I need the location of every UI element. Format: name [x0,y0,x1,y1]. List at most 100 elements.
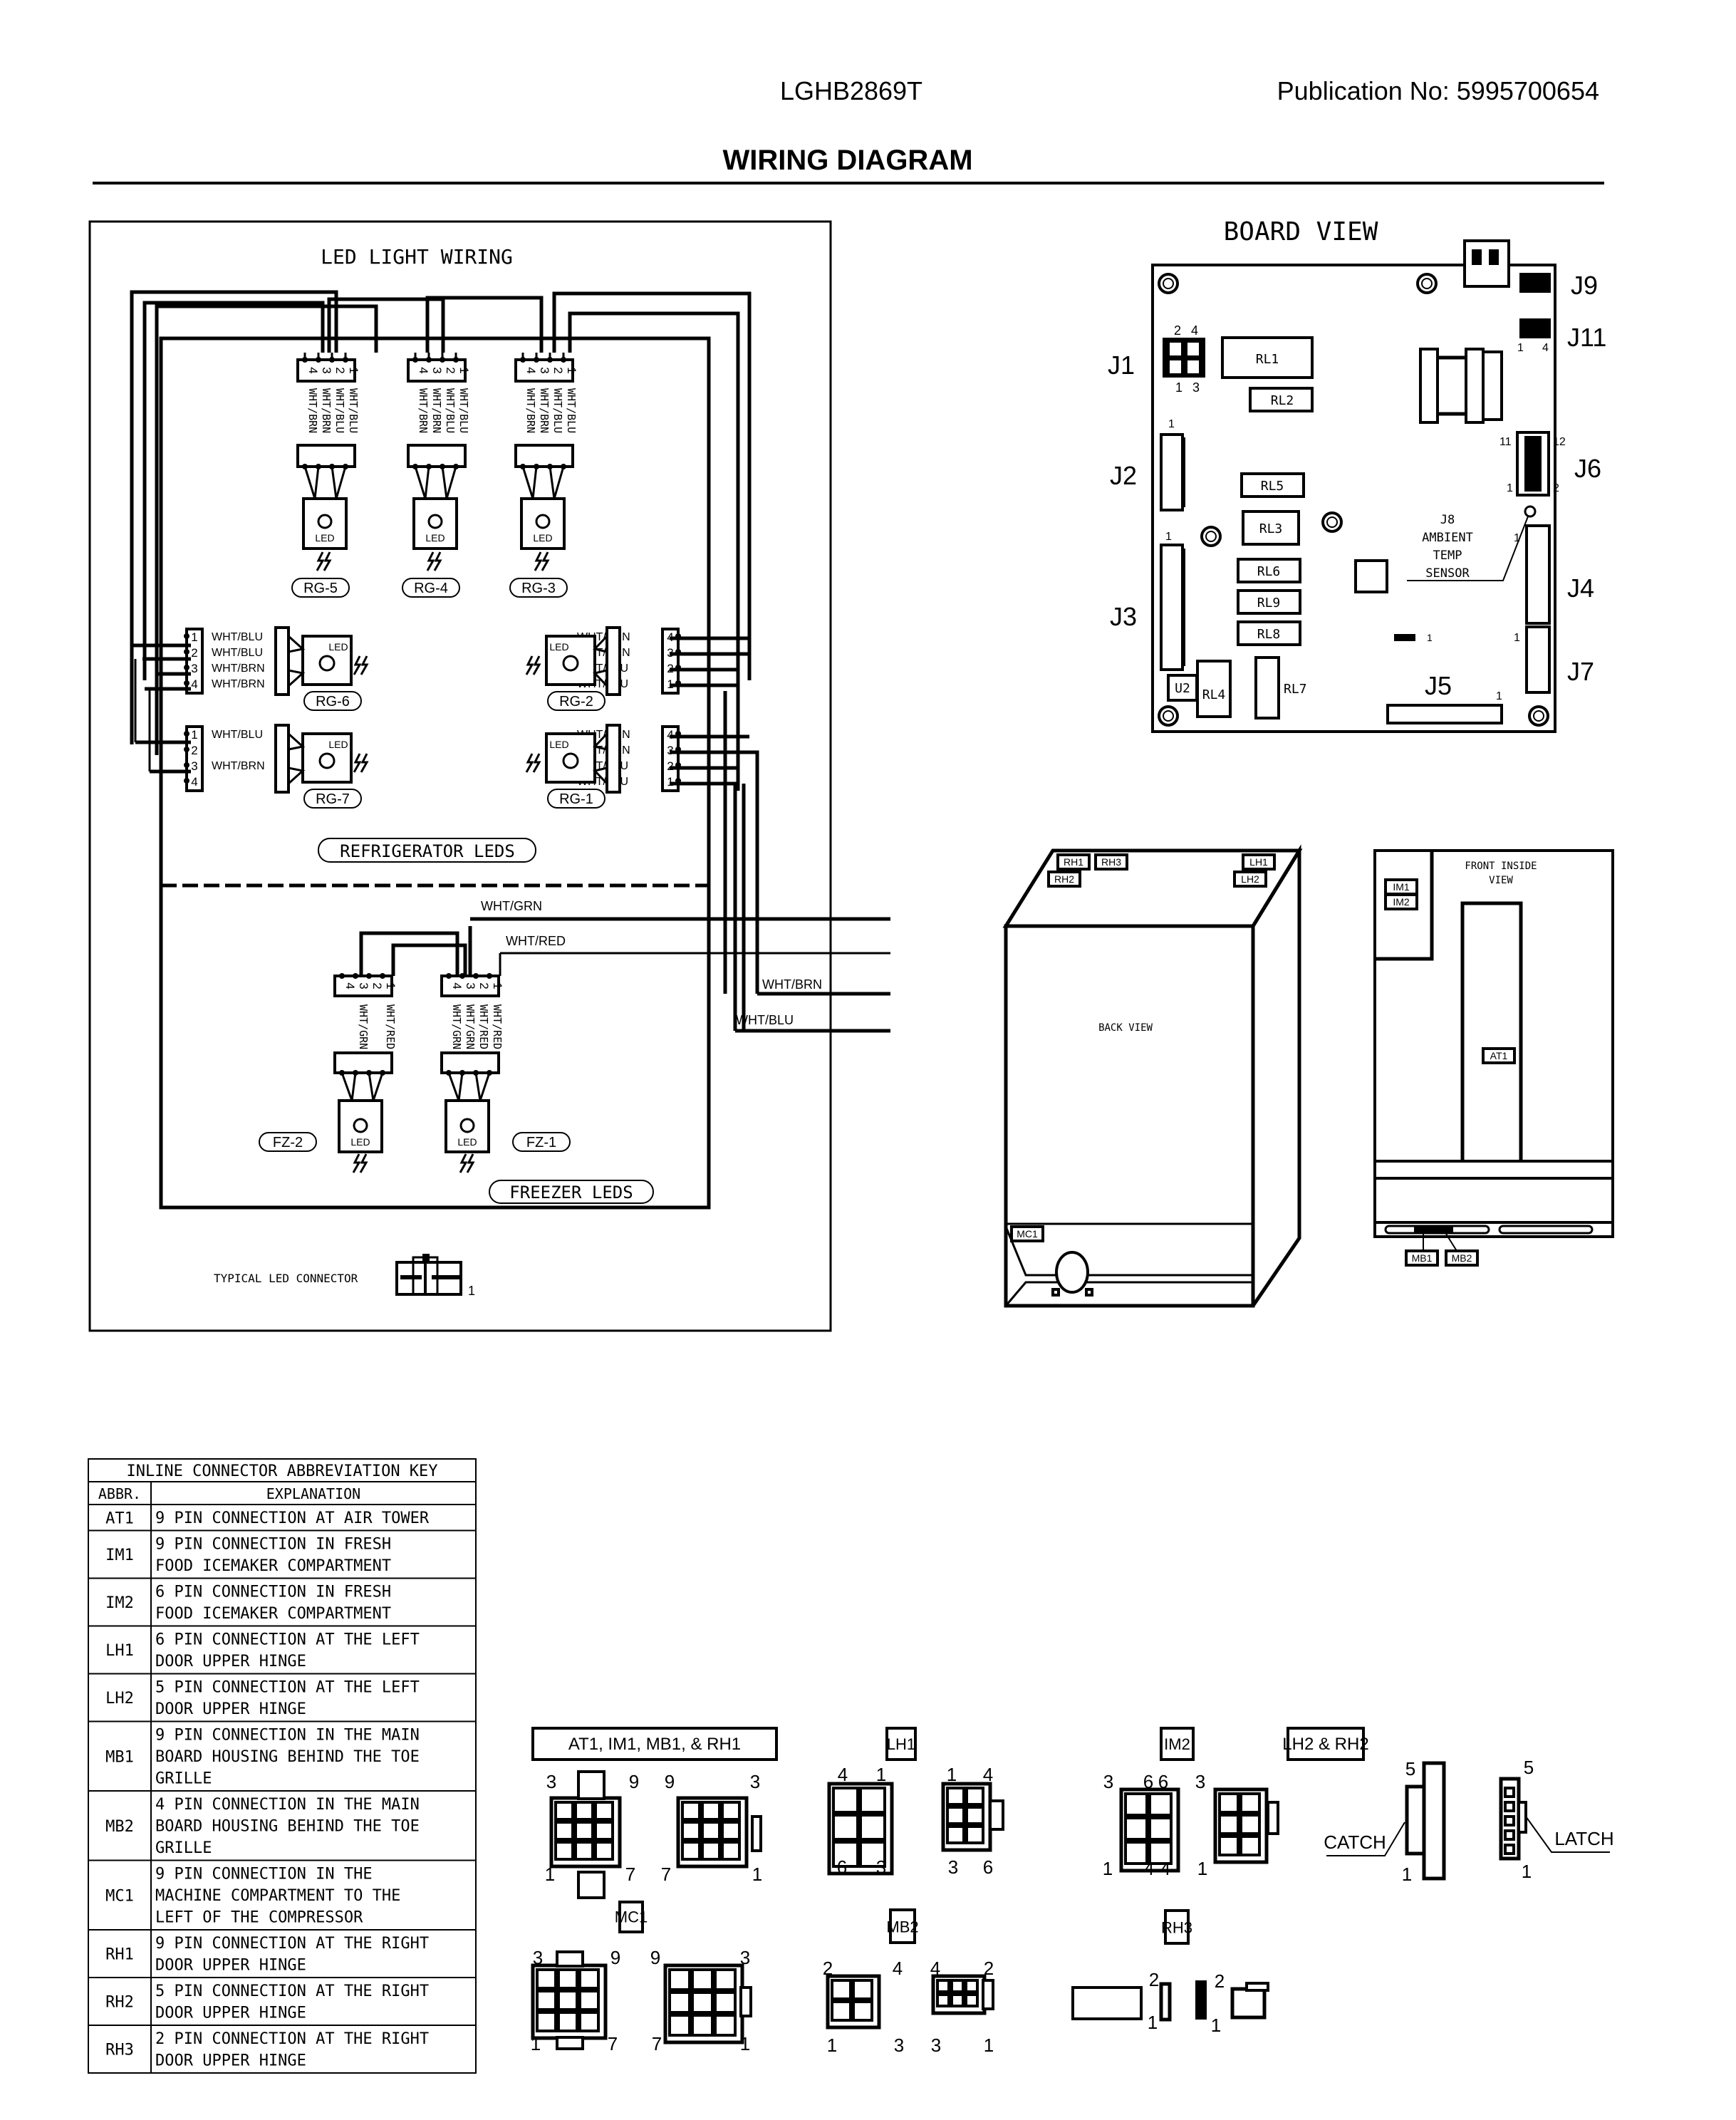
latch-tab [1267,1801,1279,1835]
compartment-frame [159,336,711,1210]
pin-cavity [536,1968,557,1990]
pin-cavity [852,1979,873,2000]
pin-dot [380,973,385,979]
led-connector-rg-5: 4 WHT/BRN 3 WHT/BRN 2 WHT/BLU 1 WHT/BLU LED RG-5 [291,353,360,598]
j5-connector [1386,704,1503,724]
led-label: LED [425,532,445,544]
pin-number: 3 [1195,1771,1205,1792]
connector-detail-label: MC1 [615,1908,648,1926]
pin-number: 3 [931,2035,941,2056]
wire-color-label: WHT/BLU [212,647,263,659]
led-lead-wires [414,466,457,499]
pin-cavity [1239,1792,1261,1814]
led-light-icon [353,655,369,675]
explanation-line: GRILLE [155,1839,212,1857]
pin-dot [184,747,189,752]
typical-led-connector-icon [395,1254,462,1296]
sensor-label-j8: J8 [1440,513,1455,527]
explanation-line: 9 PIN CONNECTION IN THE MAIN [155,1727,420,1745]
rh3-latch [1245,1982,1269,1992]
wire-color-label: WHT/BLU [551,388,564,433]
pin-dot [184,680,189,686]
connector-id: RG-1 [559,791,593,807]
pin-number: 4 [893,1958,903,1979]
led-label: LED [328,739,348,750]
j9-connector [1519,273,1551,293]
pin-cavity [832,1814,859,1841]
tag-label: IM1 [1393,881,1410,893]
connector-id: FZ-2 [273,1135,303,1150]
rl3-label: RL3 [1259,521,1283,536]
connector-detail-label: IM2 [1164,1735,1190,1753]
pin-number: 2 [1149,1969,1159,1990]
compressor-icon [1055,1251,1089,1294]
lh1-connector-male [941,1782,992,1852]
led-lead-wires [341,1072,384,1101]
pin-cavity [701,1821,721,1841]
pin-number: 1 [1522,1861,1532,1882]
led-plug-housing [333,1051,393,1074]
j4-label: J4 [1567,573,1594,603]
pin-cavity [668,1968,691,1991]
led-plug-housing [407,444,467,468]
pin-number: 3 [740,1947,750,1968]
pin-number: 4 [983,1764,993,1785]
location-tag-at1: AT1 [1482,1047,1516,1064]
j5-label: J5 [1425,671,1452,700]
led-lens-icon [353,1118,368,1133]
pin-cavity [574,1841,594,1861]
pin-dot [487,973,492,979]
bus-wire-2 [142,301,325,680]
mb2-connector-female [826,1974,881,2030]
exit-wire-label-blu: WHT/BLU [736,1013,794,1027]
pin-number: 3 [320,367,333,373]
connector-id: RG-2 [559,694,593,710]
catch-label: CATCH [1324,1831,1386,1853]
bus-wire-6 [568,311,740,791]
pin-number: 3 [430,367,444,373]
explanation-line: FOOD ICEMAKER COMPARTMENT [155,1557,391,1575]
connector-id: RG-4 [414,581,448,596]
rh3-mating-plug [1230,1987,1267,2020]
pin-number: 3 [533,1947,543,1968]
exit-wire-label-grn: WHT/GRN [481,899,542,913]
abbr-code: RH3 [105,2042,134,2059]
microcontroller-chip [1354,559,1388,593]
tag-label: MC1 [1017,1228,1038,1240]
explanation-line: 5 PIN CONNECTION AT THE RIGHT [155,1983,429,2000]
pin-cavity [1239,1814,1261,1835]
wire-color-label: WHT/BLU [212,631,263,643]
abbr-code: RH1 [105,1946,134,1964]
wire-color-label: WHT/BRN [212,760,265,772]
model-number: LGHB2869T [780,76,922,105]
pin-cavity [714,1991,737,2014]
wire-color-label: WHT/RED [477,1004,490,1049]
wire-color-label: WHT/BRN [212,662,265,675]
led-lens-icon [562,655,579,672]
led-connector-rg-7: 1 WHT/BLU 2 3 WHT/BRN 4 LED RG-7 [184,724,369,809]
pin-number: 6 [983,1856,993,1878]
wire-color-label: WHT/GRN [357,1004,370,1049]
explanation-line: 6 PIN CONNECTION AT THE LEFT [155,1631,420,1649]
table-row: LH2 5 PIN CONNECTION AT THE LEFT DOOR UPPE… [88,1673,477,1722]
tag-label: RH1 [1064,856,1083,868]
tag-label: RH3 [1101,856,1121,868]
led-light-icon [426,551,442,571]
abbr-code: LH2 [105,1690,134,1708]
j6-pin-11: 11 [1499,436,1512,448]
wire-color-label: WHT/RED [384,1004,397,1049]
pin-cavity [557,1968,578,1990]
led-lead-wires [287,732,306,785]
j9-label: J9 [1571,271,1598,300]
mounting-hole-inner [1205,531,1217,542]
j1-label: J1 [1108,350,1135,380]
explanation-line: DOOR UPPER HINGE [155,1957,306,1975]
explanation-line: LEFT OF THE COMPRESSOR [155,1909,363,1927]
fz-jumper-1 [391,943,467,976]
pin-number: 3 [876,1856,886,1878]
led-lens-icon [535,514,551,529]
pin-number: 3 [1103,1771,1113,1792]
latch-tab [556,1950,584,1968]
j1-pin-4: 4 [1191,323,1198,338]
pin-number: 1 [531,2033,541,2054]
